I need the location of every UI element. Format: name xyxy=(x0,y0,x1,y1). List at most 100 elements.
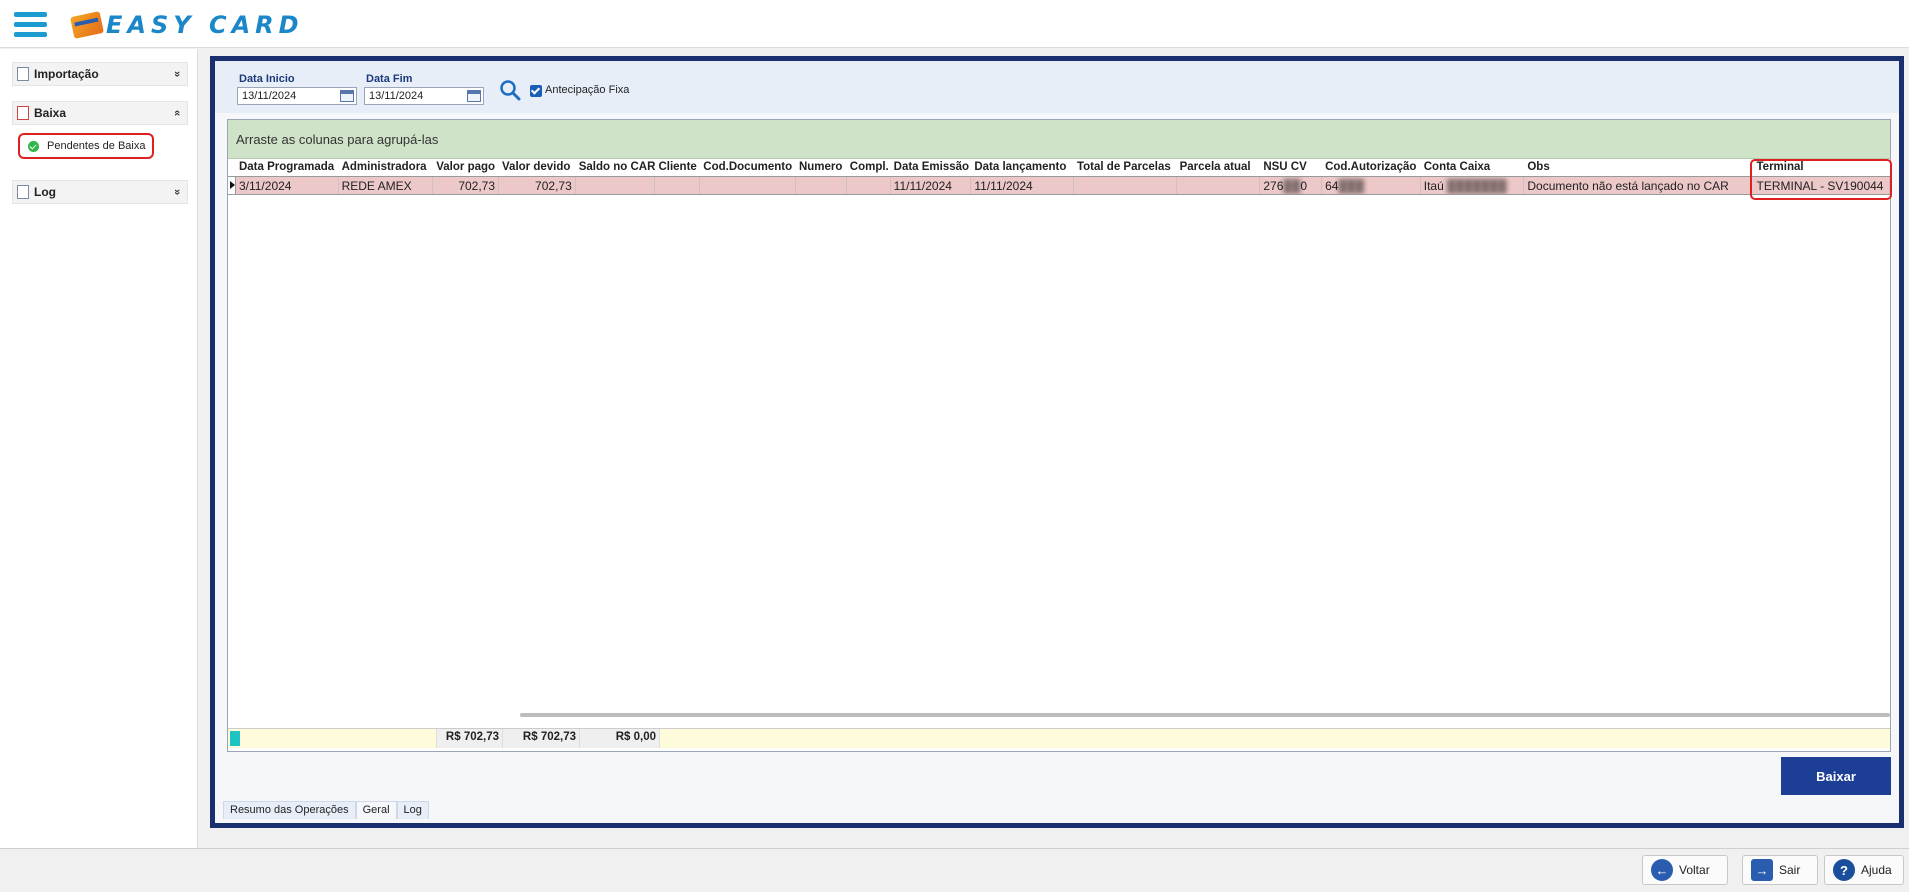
column-header[interactable]: Terminal xyxy=(1751,159,1891,176)
column-header[interactable]: Data Emissão xyxy=(891,159,972,176)
column-header[interactable]: Cod.Documento xyxy=(700,159,796,176)
main-panel: Data Inicio 13/11/2024 Data Fim 13/11/20… xyxy=(210,56,1904,828)
data-inicio-field[interactable]: 13/11/2024 xyxy=(237,87,357,105)
tab-bar: Resumo das Operações Geral Log xyxy=(223,801,429,819)
column-header[interactable]: Cod.Autorização xyxy=(1322,159,1421,176)
tab-geral[interactable]: Geral xyxy=(355,801,397,819)
grid-header: Data Programada Administradora Valor pag… xyxy=(228,159,1890,176)
data-fim-label: Data Fim xyxy=(366,73,413,85)
baixar-button[interactable]: Baixar xyxy=(1781,757,1891,795)
calendar-icon[interactable] xyxy=(340,90,354,102)
calendar-icon[interactable] xyxy=(467,90,481,102)
data-fim-field[interactable]: 13/11/2024 xyxy=(364,87,484,105)
cell-data-emissao[interactable]: 11/11/2024 xyxy=(891,177,972,194)
sidebar-header-log[interactable]: Log » xyxy=(12,180,188,204)
group-panel[interactable]: Arraste as colunas para agrupá-las xyxy=(228,120,1890,159)
data-fim-value: 13/11/2024 xyxy=(369,90,424,102)
ajuda-label: Ajuda xyxy=(1861,863,1892,877)
filter-bar: Data Inicio 13/11/2024 Data Fim 13/11/20… xyxy=(215,61,1899,113)
top-bar: EASY CARD xyxy=(0,0,1909,48)
document-icon xyxy=(17,185,29,199)
redacted-text: ███████ xyxy=(1447,179,1507,193)
search-icon[interactable] xyxy=(499,79,521,101)
cell-obs[interactable]: Documento não está lançado no CAR xyxy=(1524,177,1751,194)
sidebar-header-importacao[interactable]: Importação » xyxy=(12,62,188,86)
ajuda-button[interactable]: ? Ajuda xyxy=(1824,855,1904,885)
column-header[interactable]: Data Programada xyxy=(236,159,339,176)
sidebar-section-log: Log » xyxy=(12,180,188,204)
cell-saldo-car[interactable] xyxy=(576,177,656,194)
card-icon xyxy=(70,11,104,39)
redacted-text: ██ xyxy=(1283,179,1301,193)
horizontal-scrollbar[interactable] xyxy=(520,713,1890,717)
nsu-cv-suffix: 0 xyxy=(1300,179,1308,193)
cell-data-lancamento[interactable]: 11/11/2024 xyxy=(971,177,1075,194)
grid-footer: R$ 702,73 R$ 702,73 R$ 0,00 xyxy=(228,728,1890,748)
column-header[interactable]: Valor devido xyxy=(499,159,576,176)
menu-icon[interactable] xyxy=(14,12,47,38)
cell-cod-documento[interactable] xyxy=(700,177,796,194)
tab-resumo-das-operacoes[interactable]: Resumo das Operações xyxy=(223,801,356,819)
header-indicator xyxy=(228,159,236,176)
column-header[interactable]: Compl. xyxy=(847,159,891,176)
row-indicator-icon xyxy=(228,177,236,194)
footer-indicator xyxy=(230,731,240,746)
voltar-label: Voltar xyxy=(1679,863,1710,877)
sair-label: Sair xyxy=(1779,863,1801,877)
column-header[interactable]: Administradora xyxy=(339,159,434,176)
data-grid: Arraste as colunas para agrupá-las Data … xyxy=(227,119,1892,752)
redacted-text: ███ xyxy=(1338,179,1364,193)
cell-terminal[interactable]: TERMINAL - SV190044 xyxy=(1751,177,1891,194)
cell-numero[interactable] xyxy=(796,177,847,194)
column-header[interactable]: Valor pago xyxy=(433,159,499,176)
column-header[interactable]: NSU CV xyxy=(1260,159,1322,176)
voltar-button[interactable]: ← Voltar xyxy=(1642,855,1728,885)
cell-data-programada[interactable]: 3/11/2024 xyxy=(236,177,339,194)
data-inicio-value: 13/11/2024 xyxy=(242,90,297,102)
column-header[interactable]: Obs xyxy=(1524,159,1750,176)
column-header[interactable]: Conta Caixa xyxy=(1421,159,1525,176)
antecipacao-checkbox[interactable] xyxy=(530,85,542,97)
column-header[interactable]: Cliente xyxy=(655,159,700,176)
chart-icon xyxy=(17,106,29,120)
sair-button[interactable]: → Sair xyxy=(1742,855,1818,885)
footer-valor-pago: R$ 702,73 xyxy=(437,729,503,748)
conta-caixa-prefix: Itaú xyxy=(1423,179,1444,193)
cell-valor-devido[interactable]: 702,73 xyxy=(499,177,576,194)
tab-log[interactable]: Log xyxy=(396,801,429,819)
column-header[interactable]: Parcela atual xyxy=(1177,159,1261,176)
cell-conta-caixa[interactable]: Itaú ███████ xyxy=(1421,177,1525,194)
cell-cod-autorizacao[interactable]: 64███ xyxy=(1322,177,1421,194)
cell-valor-pago[interactable]: 702,73 xyxy=(433,177,500,194)
cell-compl[interactable] xyxy=(847,177,891,194)
sidebar-item-pendentes-de-baixa[interactable]: Pendentes de Baixa xyxy=(18,133,154,159)
cell-parcela-atual[interactable] xyxy=(1177,177,1261,194)
back-arrow-icon: ← xyxy=(1651,859,1673,881)
column-header[interactable]: Total de Parcelas xyxy=(1074,159,1177,176)
column-header[interactable]: Numero xyxy=(796,159,847,176)
chevron-down-icon[interactable]: » xyxy=(171,71,183,77)
cell-cliente[interactable] xyxy=(655,177,701,194)
sidebar-header-baixa[interactable]: Baixa « xyxy=(12,101,188,125)
exit-door-icon: → xyxy=(1751,859,1773,881)
sidebar-header-label: Baixa xyxy=(34,106,67,120)
sidebar-section-baixa: Baixa « Pendentes de Baixa xyxy=(12,101,188,167)
cell-total-parcelas[interactable] xyxy=(1074,177,1177,194)
chevron-up-icon[interactable]: « xyxy=(171,110,183,116)
footer-spacer xyxy=(240,729,437,748)
logo-text: EASY CARD xyxy=(106,11,304,39)
sidebar-section-importacao: Importação » xyxy=(12,62,188,86)
cell-administradora[interactable]: REDE AMEX xyxy=(339,177,434,194)
chevron-down-icon[interactable]: » xyxy=(171,189,183,195)
footer-valor-devido: R$ 702,73 xyxy=(503,729,580,748)
column-header[interactable]: Saldo no CAR xyxy=(576,159,656,176)
bottom-bar: ← Voltar → Sair ? Ajuda xyxy=(0,848,1909,892)
sidebar-header-label: Log xyxy=(34,185,56,199)
sidebar-baixa-items: Pendentes de Baixa xyxy=(12,129,188,167)
column-header[interactable]: Data lançamento xyxy=(971,159,1074,176)
cell-nsu-cv[interactable]: 276██0 xyxy=(1260,177,1323,194)
footer-saldo-car: R$ 0,00 xyxy=(580,729,660,748)
nsu-cv-prefix: 276 xyxy=(1263,179,1284,193)
antecipacao-label: Antecipação Fixa xyxy=(545,84,630,96)
table-row[interactable]: 3/11/2024 REDE AMEX 702,73 702,73 11/11/… xyxy=(228,176,1891,195)
